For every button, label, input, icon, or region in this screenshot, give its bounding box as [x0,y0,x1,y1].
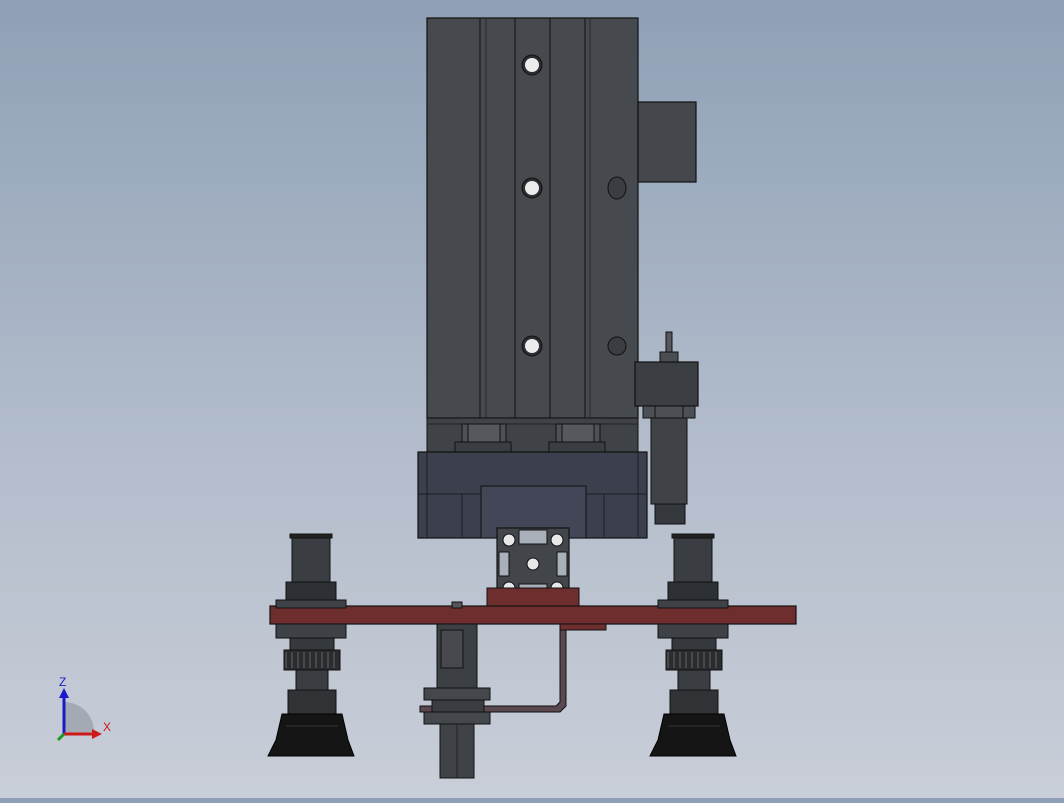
model-canvas[interactable] [0,0,1064,798]
suction-cup-right[interactable] [649,533,737,757]
slide-cylinder[interactable] [426,17,639,419]
x-axis-label: X [103,720,111,734]
cad-viewport[interactable]: Z X [0,0,1064,798]
port-block [637,101,697,183]
slide-table [417,451,648,539]
triad-plane-icon [64,702,94,734]
axis-triad[interactable]: Z X [50,674,120,746]
z-axis-label: Z [59,675,66,689]
suction-cup-left[interactable] [267,533,355,757]
guide-rods [426,417,639,453]
y-axis-icon [56,732,66,742]
proximity-sensor[interactable] [423,623,491,779]
